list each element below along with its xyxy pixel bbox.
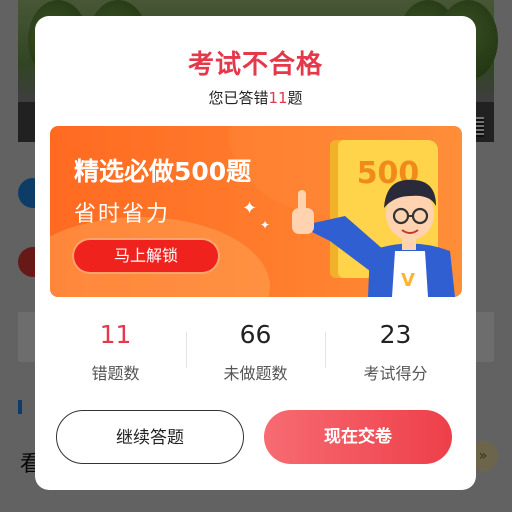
stat-value: 23 [379,320,412,349]
stat-wrong: 11 错题数 [42,318,189,384]
stat-label: 错题数 [91,364,140,383]
wrong-count: 11 [268,89,288,107]
banner-title: 精选必做500题 [74,157,252,186]
unlock-button[interactable]: 马上解锁 [74,240,218,272]
sparkle-icon: ✦ [260,218,271,232]
stat-label: 考试得分 [363,364,428,383]
subtitle-prefix: 您已答错 [208,89,269,107]
stat-score: 23 考试得分 [322,318,469,384]
exam-result-dialog: 考试不合格 您已答错11题 精选必做500题 省时省力 马上解锁 ✦ ✦ 500… [35,16,476,490]
exam-stats: 11 错题数 66 未做题数 23 考试得分 [35,318,476,388]
stat-unanswered: 66 未做题数 [182,318,329,384]
stat-label: 未做题数 [223,364,288,383]
banner-subtitle: 省时省力 [74,202,171,227]
continue-answering-button[interactable]: 继续答题 [56,410,244,464]
dialog-title: 考试不合格 [187,50,323,80]
svg-text:V: V [401,270,415,291]
submit-exam-button[interactable]: 现在交卷 [264,410,452,464]
thumbs-up-person-illustration: V [292,179,455,297]
dialog-subtitle: 您已答错11题 [35,87,476,108]
stat-value: 66 [239,320,272,349]
subtitle-suffix: 题 [287,89,303,107]
sparkle-icon: ✦ [242,198,258,219]
promo-banner[interactable]: 精选必做500题 省时省力 马上解锁 ✦ ✦ 500 V [50,126,462,297]
stat-value: 11 [99,320,132,349]
